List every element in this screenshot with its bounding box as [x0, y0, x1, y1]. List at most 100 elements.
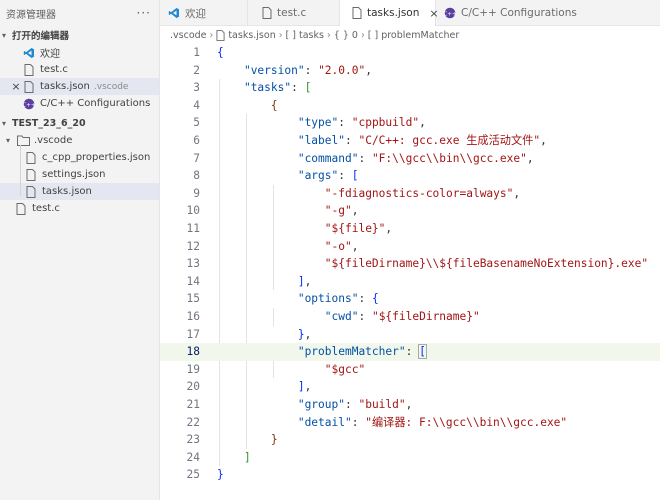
line-number: 5	[193, 116, 200, 130]
close-icon[interactable]: ×	[10, 80, 22, 93]
line-number: 7	[193, 151, 200, 165]
open-editor-label: C/C++ Configurations	[40, 98, 151, 109]
code-text: {	[217, 46, 224, 59]
breadcrumb-item[interactable]: tasks.json	[228, 30, 275, 41]
tab-test-c[interactable]: test.c	[248, 0, 340, 26]
line-number: 22	[186, 415, 200, 429]
folder-icon	[16, 134, 30, 148]
code-text: {	[270, 98, 278, 112]
open-editor-test-c[interactable]: test.c	[0, 61, 159, 78]
code-line[interactable]: 4 {	[160, 97, 660, 115]
code-line[interactable]: 25}	[160, 466, 660, 484]
tree-file-settings[interactable]: settings.json	[0, 166, 159, 183]
file-icon	[216, 29, 225, 41]
code-text: "tasks": [	[243, 81, 312, 95]
line-number: 25	[186, 468, 200, 482]
code-text: "args": [	[297, 169, 359, 183]
code-line[interactable]: 19 "$gcc"	[160, 361, 660, 379]
folder-label: .vscode	[34, 135, 73, 146]
tab-label: test.c	[277, 7, 307, 19]
code-line[interactable]: 13 "${fileDirname}\\${fileBasenameNoExte…	[160, 255, 660, 273]
line-number: 6	[193, 134, 200, 147]
tab-label: tasks.json	[367, 7, 420, 19]
folder-vscode[interactable]: ▾ .vscode	[0, 132, 159, 149]
tree-file-c-cpp-properties[interactable]: c_cpp_properties.json	[0, 149, 159, 166]
explorer-header: 资源管理器 ···	[0, 0, 159, 26]
file-icon	[14, 202, 28, 216]
line-number: 2	[193, 63, 200, 77]
breadcrumb-item[interactable]: [ ] tasks	[286, 30, 324, 41]
code-line[interactable]: 15 "options": {	[160, 290, 660, 308]
breadcrumb-item[interactable]: { } 0	[334, 30, 358, 41]
open-editor-cpp-config[interactable]: C++ C/C++ Configurations	[0, 95, 159, 112]
open-editor-label: test.c	[40, 64, 68, 75]
file-icon	[22, 63, 36, 77]
code-line[interactable]: 23 }	[160, 431, 660, 449]
open-editor-tasks-json[interactable]: × tasks.json .vscode	[0, 78, 159, 95]
code-text: "command": "F:\\gcc\\bin\\gcc.exe",	[297, 151, 534, 165]
line-number: 4	[193, 98, 200, 112]
chevron-right-icon: ›	[326, 29, 331, 41]
code-line[interactable]: 24 ]	[160, 449, 660, 467]
breadcrumb-item[interactable]: .vscode	[170, 30, 207, 41]
svg-text:C++: C++	[23, 102, 35, 108]
line-number: 11	[186, 222, 200, 235]
code-text: "${file}",	[324, 222, 393, 235]
code-text: "options": {	[297, 292, 379, 306]
code-line[interactable]: 16 "cwd": "${fileDirname}"	[160, 308, 660, 326]
code-line[interactable]: 20 ],	[160, 378, 660, 396]
open-editor-welcome[interactable]: 欢迎	[0, 44, 159, 61]
file-icon	[24, 168, 38, 182]
code-line[interactable]: 18 "problemMatcher": [	[160, 343, 660, 361]
tree-file-label: test.c	[32, 203, 60, 214]
file-icon	[24, 185, 38, 199]
code-line[interactable]: 14 ],	[160, 273, 660, 291]
explorer-title: 资源管理器	[6, 9, 56, 21]
code-line[interactable]: 3 "tasks": [	[160, 79, 660, 97]
tab-welcome[interactable]: 欢迎	[160, 0, 248, 26]
line-number: 13	[186, 257, 200, 271]
code-line[interactable]: 1{	[160, 44, 660, 62]
code-line[interactable]: 7 "command": "F:\\gcc\\bin\\gcc.exe",	[160, 150, 660, 168]
code-line[interactable]: 22 "detail": "编译器: F:\\gcc\\bin\\gcc.exe…	[160, 414, 660, 432]
code-line[interactable]: 9 "-fdiagnostics-color=always",	[160, 185, 660, 203]
line-number: 1	[193, 46, 200, 59]
code-text: "type": "cppbuild",	[297, 116, 426, 130]
tab-tasks-json[interactable]: tasks.json ×	[340, 0, 439, 26]
code-line[interactable]: 2 "version": "2.0.0",	[160, 62, 660, 80]
open-editor-label: 欢迎	[40, 49, 60, 60]
chevron-down-icon: ▾	[2, 118, 7, 128]
more-actions-icon[interactable]: ···	[137, 6, 151, 20]
tree-file-tasks[interactable]: tasks.json	[0, 183, 159, 200]
code-text: ]	[243, 450, 251, 464]
code-line[interactable]: 12 "-o",	[160, 238, 660, 256]
code-text: "-o",	[324, 239, 359, 253]
tab-cpp-config[interactable]: C++ C/C++ Configurations	[436, 0, 660, 26]
code-line[interactable]: 10 "-g",	[160, 202, 660, 220]
breadcrumb-item[interactable]: [ ] problemMatcher	[368, 30, 460, 41]
tree-file-test-c[interactable]: test.c	[0, 200, 159, 217]
workspace-section[interactable]: ▾ TEST_23_6_20	[0, 114, 159, 132]
code-line[interactable]: 11 "${file}",	[160, 220, 660, 238]
line-number: 16	[186, 310, 200, 323]
code-line[interactable]: 8 "args": [	[160, 167, 660, 185]
line-number: 10	[186, 204, 200, 218]
code-text: }	[270, 433, 278, 447]
chevron-down-icon: ▾	[2, 30, 7, 40]
line-number: 18	[186, 345, 200, 359]
vscode-logo-icon	[22, 46, 36, 60]
chevron-right-icon: ›	[360, 29, 365, 41]
code-line[interactable]: 5 "type": "cppbuild",	[160, 114, 660, 132]
file-icon	[22, 80, 36, 94]
code-text: }	[217, 468, 224, 482]
code-editor[interactable]: 1{2 "version": "2.0.0", 3 "tasks": [4 {5 …	[160, 44, 660, 500]
open-editors-section[interactable]: ▾ 打开的编辑器	[0, 26, 159, 44]
code-line[interactable]: 6 "label": "C/C++: gcc.exe 生成活动文件",	[160, 132, 660, 150]
tree-indent-guide	[20, 145, 21, 196]
code-line[interactable]: 21 "group": "build",	[160, 396, 660, 414]
cpp-config-icon: C++	[22, 97, 36, 111]
code-text: "-fdiagnostics-color=always",	[324, 186, 521, 200]
code-line[interactable]: 17 },	[160, 326, 660, 344]
open-editors-title: 打开的编辑器	[12, 31, 70, 42]
chevron-down-icon: ▾	[6, 136, 11, 145]
